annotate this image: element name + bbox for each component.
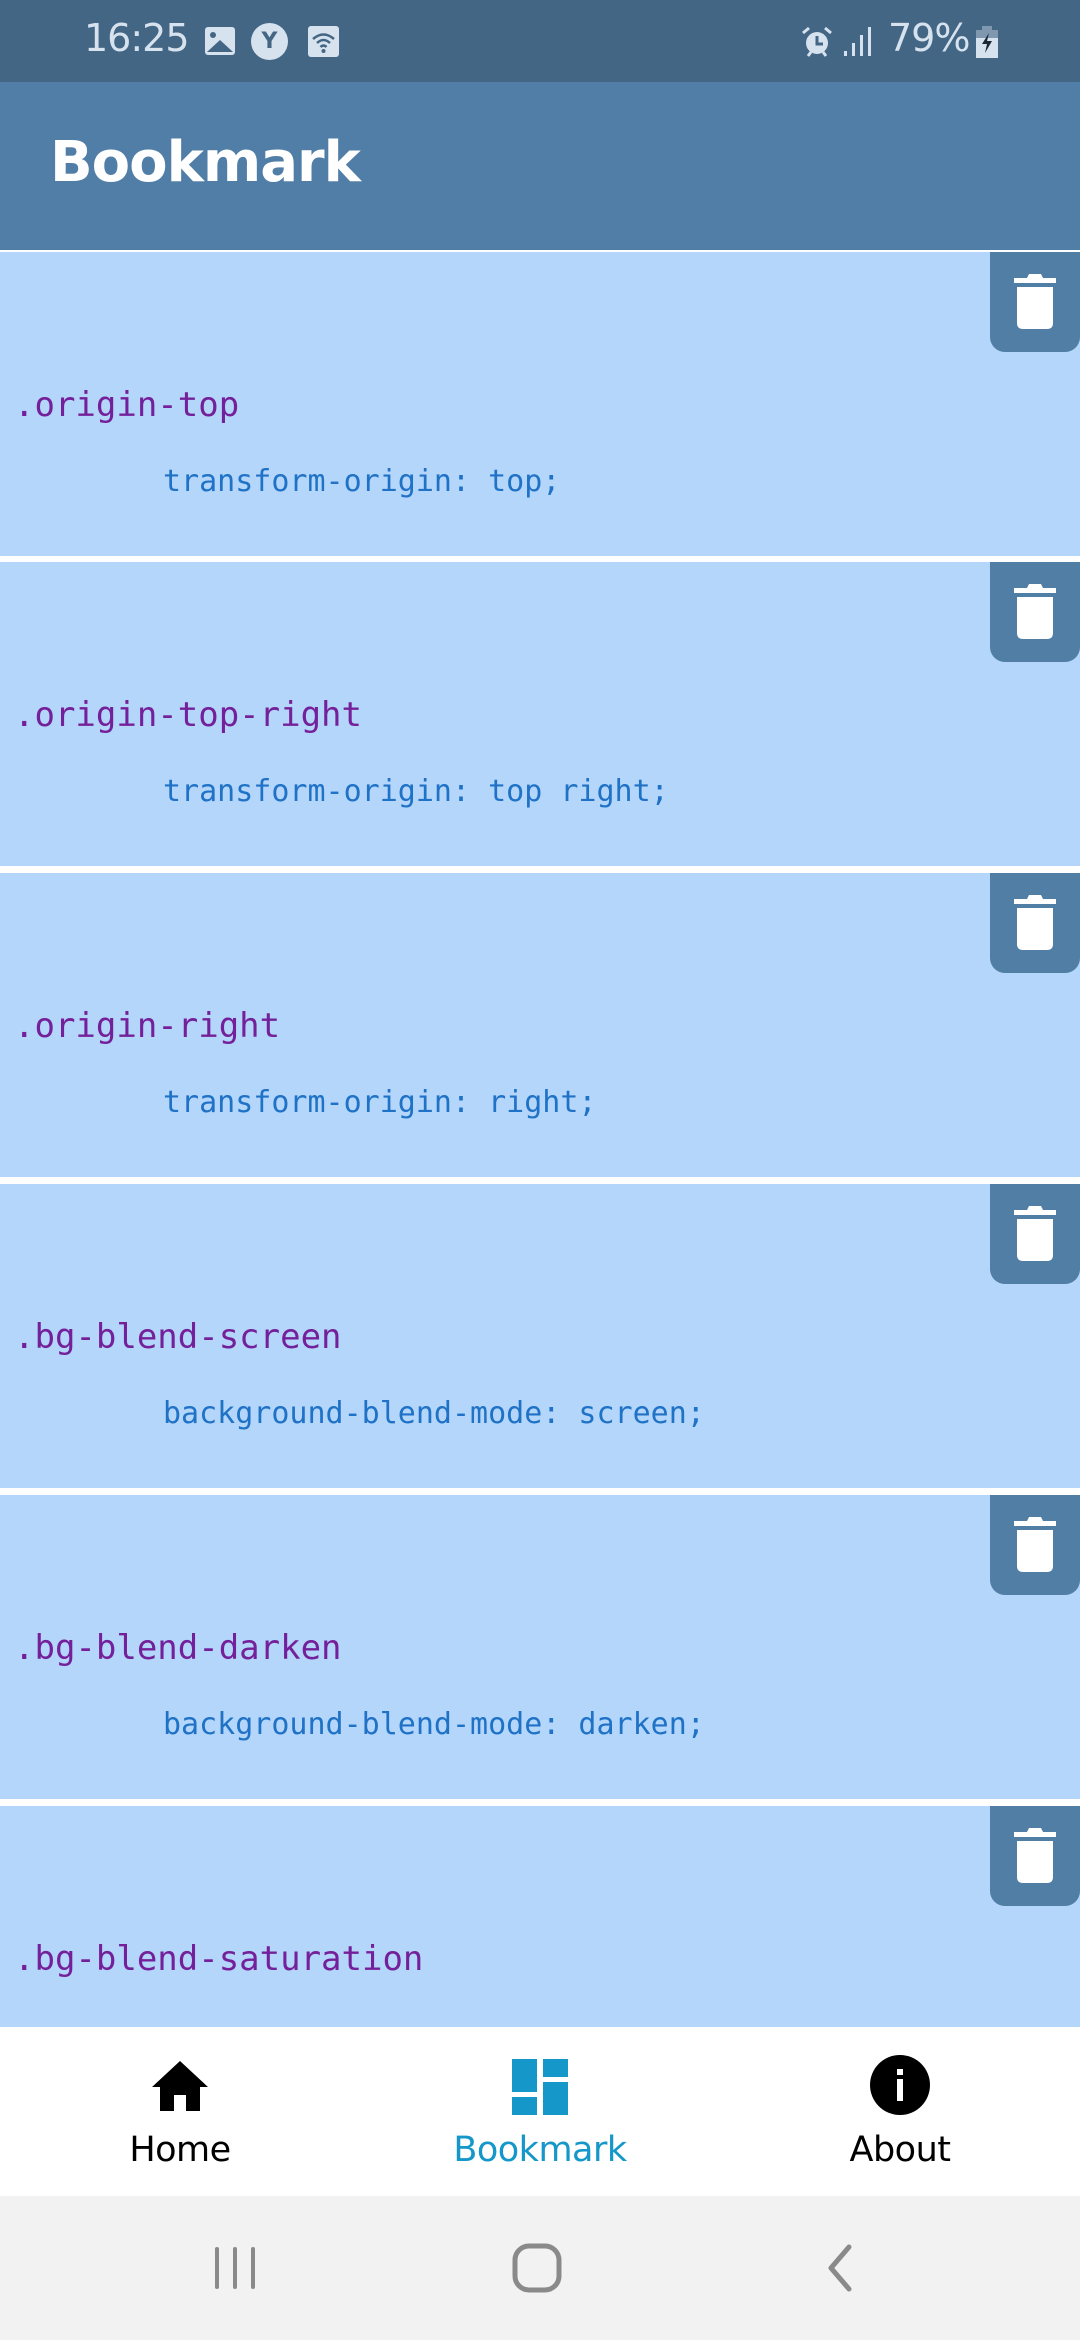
bookmark-class-name: .bg-blend-darken xyxy=(14,1628,342,1668)
home-system-button[interactable] xyxy=(437,2196,637,2340)
back-chevron-icon xyxy=(828,2244,852,2292)
nav-item-bookmark[interactable]: Bookmark xyxy=(360,2027,720,2196)
delete-bookmark-button[interactable] xyxy=(990,873,1080,973)
home-circle-icon xyxy=(512,2243,562,2293)
nav-label-home: Home xyxy=(129,2130,231,2170)
nav-item-home[interactable]: Home xyxy=(0,2027,360,2196)
battery-percent: 79% xyxy=(888,16,970,60)
back-button[interactable] xyxy=(740,2196,940,2340)
bookmark-card[interactable]: .bg-blend-saturation xyxy=(0,1806,1080,2027)
recent-apps-icon xyxy=(215,2247,255,2289)
y-app-icon: Y xyxy=(251,23,288,60)
signal-icon xyxy=(843,27,875,61)
bookmark-class-name: .bg-blend-saturation xyxy=(14,1939,424,1979)
gallery-icon xyxy=(205,27,235,55)
system-navigation-bar xyxy=(0,2196,1080,2340)
bookmark-card[interactable]: .bg-blend-screen background-blend-mode: … xyxy=(0,1184,1080,1488)
bookmark-card[interactable]: .origin-top-right transform-origin: top … xyxy=(0,562,1080,866)
dashboard-icon xyxy=(512,2059,568,2115)
bookmark-card[interactable]: .origin-right transform-origin: right; xyxy=(0,873,1080,1177)
status-bar: 16:25 Y 79% xyxy=(0,0,1080,82)
info-icon xyxy=(870,2055,930,2115)
alarm-icon xyxy=(800,25,834,63)
bookmark-declaration: transform-origin: top right; xyxy=(163,774,669,809)
nav-label-about: About xyxy=(849,2130,951,2170)
bookmark-card[interactable]: .origin-top transform-origin: top; xyxy=(0,252,1080,556)
trash-icon xyxy=(1014,584,1056,639)
home-icon xyxy=(152,2061,208,2111)
trash-icon xyxy=(1014,895,1056,950)
delete-bookmark-button[interactable] xyxy=(990,1495,1080,1595)
bookmark-declaration: transform-origin: right; xyxy=(163,1085,597,1120)
bookmark-declaration: transform-origin: top; xyxy=(163,464,561,499)
wifi-calling-icon xyxy=(308,26,339,57)
delete-bookmark-button[interactable] xyxy=(990,1184,1080,1284)
bookmark-declaration: background-blend-mode: darken; xyxy=(163,1707,705,1742)
delete-bookmark-button[interactable] xyxy=(990,1806,1080,1906)
bookmark-class-name: .origin-top xyxy=(14,385,240,425)
trash-icon xyxy=(1014,1828,1056,1883)
trash-icon xyxy=(1014,1517,1056,1572)
page-title: Bookmark xyxy=(50,130,361,195)
battery-charging-icon xyxy=(976,26,998,58)
bookmark-class-name: .origin-top-right xyxy=(14,695,362,735)
bottom-navigation: Home Bookmark About xyxy=(0,2027,1080,2196)
nav-item-about[interactable]: About xyxy=(720,2027,1080,2196)
trash-icon xyxy=(1014,1206,1056,1261)
delete-bookmark-button[interactable] xyxy=(990,252,1080,352)
nav-label-bookmark: Bookmark xyxy=(453,2130,627,2170)
status-time: 16:25 xyxy=(84,16,190,60)
delete-bookmark-button[interactable] xyxy=(990,562,1080,662)
trash-icon xyxy=(1014,274,1056,329)
bookmark-list[interactable]: .origin-top transform-origin: top; .orig… xyxy=(0,252,1080,2027)
recent-apps-button[interactable] xyxy=(135,2196,335,2340)
app-bar: Bookmark xyxy=(0,82,1080,250)
bookmark-class-name: .bg-blend-screen xyxy=(14,1317,342,1357)
bookmark-class-name: .origin-right xyxy=(14,1006,281,1046)
bookmark-card[interactable]: .bg-blend-darken background-blend-mode: … xyxy=(0,1495,1080,1799)
bookmark-declaration: background-blend-mode: screen; xyxy=(163,1396,705,1431)
